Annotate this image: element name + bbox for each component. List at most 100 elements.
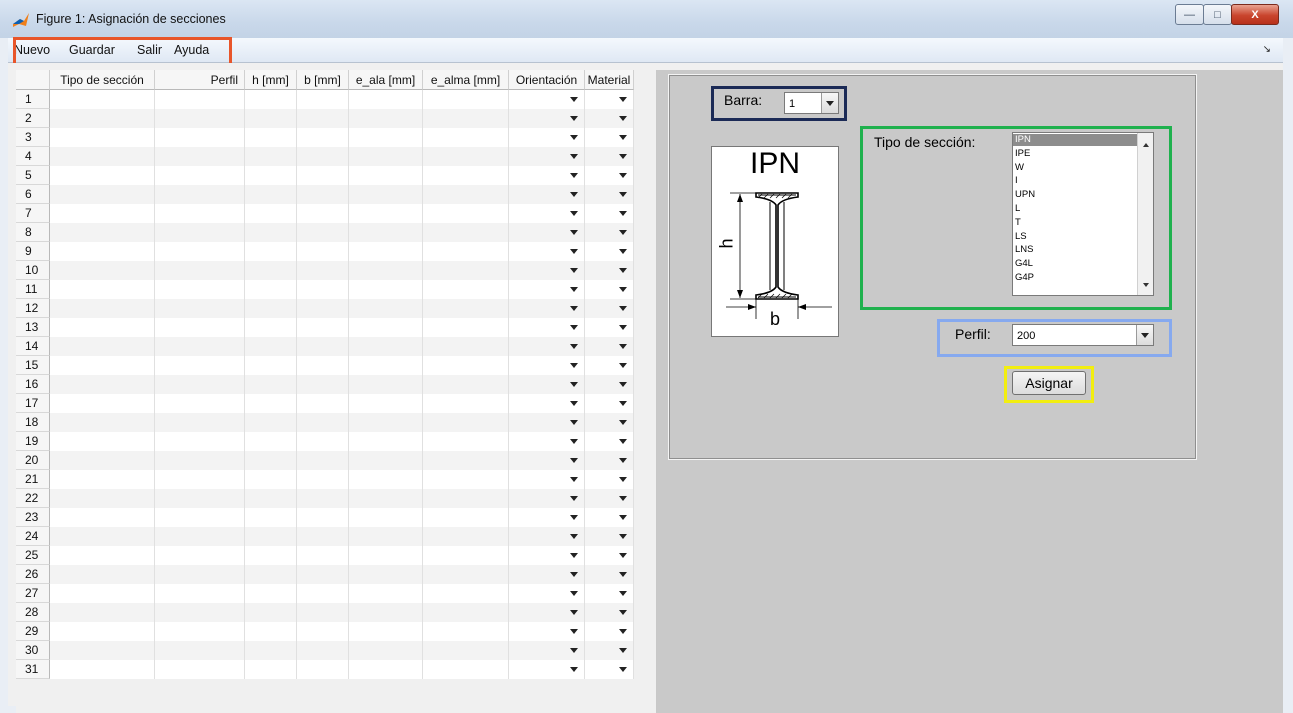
table-cell[interactable] [423,90,509,109]
chevron-down-icon[interactable] [570,610,578,615]
tipo-option[interactable]: W [1013,162,1137,174]
table-cell[interactable] [155,527,245,546]
row-number[interactable]: 16 [16,375,50,394]
orientacion-cell[interactable] [509,337,585,356]
table-cell[interactable] [349,489,423,508]
material-cell[interactable] [585,185,634,204]
table-cell[interactable] [349,109,423,128]
table-cell[interactable] [155,128,245,147]
table-cell[interactable] [349,147,423,166]
chevron-down-icon[interactable] [619,648,627,653]
table-cell[interactable] [349,280,423,299]
table-cell[interactable] [349,375,423,394]
column-header-tipo[interactable]: Tipo de sección [50,70,155,90]
material-cell[interactable] [585,508,634,527]
table-cell[interactable] [50,451,155,470]
table-cell[interactable] [155,337,245,356]
table-cell[interactable] [50,394,155,413]
table-cell[interactable] [50,261,155,280]
table-cell[interactable] [155,185,245,204]
table-cell[interactable] [245,90,297,109]
table-cell[interactable] [155,223,245,242]
table-cell[interactable] [245,527,297,546]
orientacion-cell[interactable] [509,489,585,508]
chevron-down-icon[interactable] [619,192,627,197]
table-cell[interactable] [423,185,509,204]
chevron-down-icon[interactable] [570,648,578,653]
material-cell[interactable] [585,584,634,603]
material-cell[interactable] [585,489,634,508]
table-cell[interactable] [155,356,245,375]
table-cell[interactable] [297,394,349,413]
column-header-e-alma[interactable]: e_alma [mm] [423,70,509,90]
table-cell[interactable] [423,470,509,489]
toolbar-toggle-icon[interactable]: ↘ [1263,44,1271,55]
table-cell[interactable] [423,489,509,508]
orientacion-cell[interactable] [509,432,585,451]
orientacion-cell[interactable] [509,565,585,584]
table-cell[interactable] [423,413,509,432]
row-number[interactable]: 15 [16,356,50,375]
row-number[interactable]: 11 [16,280,50,299]
row-number[interactable]: 7 [16,204,50,223]
table-cell[interactable] [423,204,509,223]
table-cell[interactable] [349,470,423,489]
orientacion-cell[interactable] [509,109,585,128]
material-cell[interactable] [585,451,634,470]
material-cell[interactable] [585,394,634,413]
chevron-down-icon[interactable] [570,135,578,140]
table-cell[interactable] [297,413,349,432]
table-cell[interactable] [297,356,349,375]
table-cell[interactable] [423,261,509,280]
table-cell[interactable] [423,546,509,565]
chevron-down-icon[interactable] [619,154,627,159]
chevron-down-icon[interactable] [570,116,578,121]
row-number[interactable]: 28 [16,603,50,622]
table-cell[interactable] [349,299,423,318]
table-cell[interactable] [349,185,423,204]
material-cell[interactable] [585,109,634,128]
orientacion-cell[interactable] [509,204,585,223]
chevron-down-icon[interactable] [570,629,578,634]
table-cell[interactable] [245,204,297,223]
column-header-orientacion[interactable]: Orientación [509,70,585,90]
table-cell[interactable] [297,641,349,660]
orientacion-cell[interactable] [509,318,585,337]
orientacion-cell[interactable] [509,280,585,299]
material-cell[interactable] [585,432,634,451]
chevron-down-icon[interactable] [619,591,627,596]
row-number[interactable]: 31 [16,660,50,679]
scroll-up-icon[interactable] [1143,143,1149,147]
table-cell[interactable] [50,546,155,565]
table-cell[interactable] [297,109,349,128]
table-cell[interactable] [297,261,349,280]
asignar-button[interactable]: Asignar [1012,371,1086,395]
table-cell[interactable] [50,660,155,679]
chevron-down-icon[interactable] [570,572,578,577]
table-cell[interactable] [155,546,245,565]
table-cell[interactable] [423,660,509,679]
table-cell[interactable] [349,660,423,679]
material-cell[interactable] [585,318,634,337]
minimize-button[interactable]: — [1175,4,1204,25]
table-cell[interactable] [245,603,297,622]
table-cell[interactable] [297,489,349,508]
barra-select[interactable]: 1 [784,92,839,114]
table-cell[interactable] [349,261,423,280]
chevron-down-icon[interactable] [619,249,627,254]
row-number[interactable]: 4 [16,147,50,166]
table-cell[interactable] [50,147,155,166]
table-cell[interactable] [50,356,155,375]
orientacion-cell[interactable] [509,90,585,109]
table-cell[interactable] [50,280,155,299]
table-cell[interactable] [245,299,297,318]
table-cell[interactable] [423,565,509,584]
table-cell[interactable] [423,394,509,413]
chevron-down-icon[interactable] [570,173,578,178]
row-number[interactable]: 27 [16,584,50,603]
material-cell[interactable] [585,546,634,565]
chevron-down-icon[interactable] [619,116,627,121]
table-cell[interactable] [155,394,245,413]
table-cell[interactable] [297,242,349,261]
tipo-option[interactable]: T [1013,217,1137,229]
